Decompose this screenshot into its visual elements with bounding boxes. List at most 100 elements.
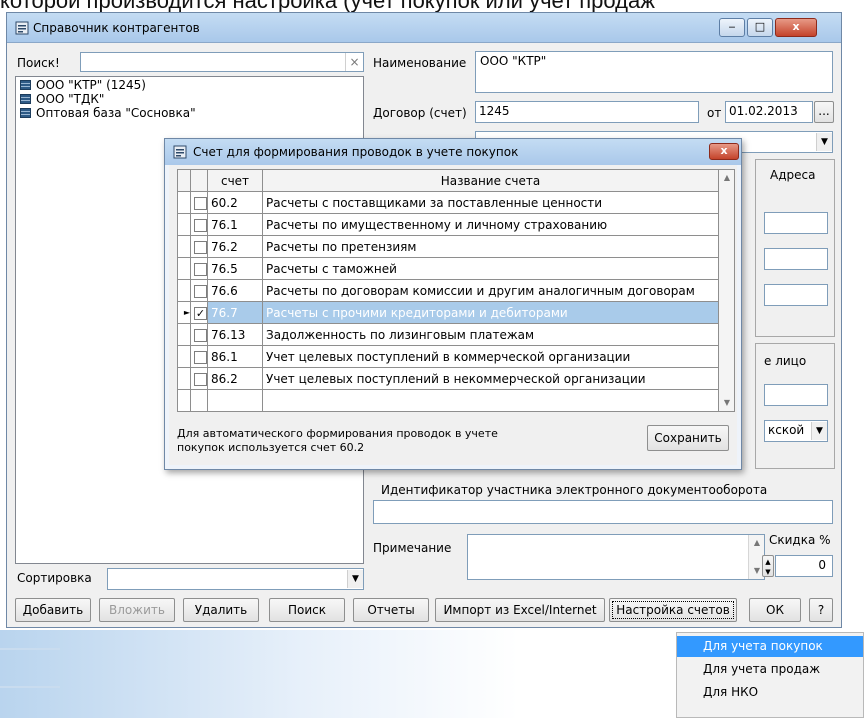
account-name: Учет целевых поступлений в коммерческой …	[262, 345, 719, 368]
row-checkbox[interactable]	[190, 257, 208, 280]
menu-item-sales[interactable]: Для учета продаж	[677, 659, 863, 680]
account-code: 86.1	[207, 345, 263, 368]
list-item[interactable]: ООО "КТР" (1245)	[20, 79, 146, 92]
table-row-selected[interactable]: ► ✓ 76.7 Расчеты с прочими кредиторами и…	[177, 301, 719, 324]
table-row[interactable]: 86.1 Учет целевых поступлений в коммерче…	[177, 345, 719, 368]
accounts-table: счет Название счета 60.2 Расчеты с поста…	[177, 169, 719, 412]
table-row-empty[interactable]	[177, 389, 719, 412]
scroll-down-icon[interactable]: ▼	[719, 395, 735, 411]
discount-field[interactable]: 0	[775, 555, 833, 577]
search-button[interactable]: Поиск	[269, 598, 345, 622]
row-checkbox[interactable]	[190, 323, 208, 346]
table-row[interactable]: 86.2 Учет целевых поступлений в некоммер…	[177, 367, 719, 390]
insert-button[interactable]: Вложить	[99, 598, 175, 622]
dialog-close-button[interactable]: x	[709, 143, 739, 160]
window-title: Справочник контрагентов	[33, 21, 200, 35]
note-label: Примечание	[373, 541, 452, 555]
table-row[interactable]: 60.2 Расчеты с поставщиками за поставлен…	[177, 191, 719, 214]
search-label: Поиск!	[17, 56, 60, 70]
minimize-button[interactable]: ‒	[719, 18, 745, 37]
add-button[interactable]: Добавить	[15, 598, 91, 622]
row-checkbox-checked[interactable]: ✓	[190, 301, 208, 324]
date-picker-button[interactable]: ...	[814, 101, 834, 123]
counterparty-icon	[20, 80, 31, 90]
row-indicator	[177, 345, 191, 368]
account-code: 60.2	[207, 191, 263, 214]
table-row[interactable]: 76.13 Задолженность по лизинговым платеж…	[177, 323, 719, 346]
delete-button[interactable]: Удалить	[183, 598, 259, 622]
note-field[interactable]: ▲ ▼	[467, 534, 765, 580]
discount-spinner[interactable]: ▲ ▼	[762, 555, 774, 577]
address-field-2[interactable]	[764, 248, 828, 270]
edo-id-field[interactable]	[373, 500, 833, 524]
help-button[interactable]: ?	[809, 598, 833, 622]
row-indicator	[177, 323, 191, 346]
dialog-titlebar[interactable]: Счет для формирования проводок в учете п…	[165, 139, 741, 165]
account-code: 76.2	[207, 235, 263, 258]
table-row[interactable]: 76.2 Расчеты по претензиям	[177, 235, 719, 258]
window-titlebar[interactable]: Справочник контрагентов ‒ □ x	[7, 13, 841, 43]
table-row[interactable]: 76.1 Расчеты по имущественному и личному…	[177, 213, 719, 236]
check-icon: ✓	[194, 306, 207, 320]
close-button[interactable]: x	[775, 18, 817, 37]
table-row[interactable]: 76.5 Расчеты с таможней	[177, 257, 719, 280]
scroll-up-icon[interactable]: ▲	[749, 535, 765, 551]
import-button[interactable]: Импорт из Excel/Internet	[435, 598, 605, 622]
ok-button[interactable]: ОК	[749, 598, 801, 622]
dialog-title: Счет для формирования проводок в учете п…	[193, 145, 519, 159]
addresses-tab-panel: Адреса	[755, 159, 835, 337]
account-code: 76.13	[207, 323, 263, 346]
contact-person-panel: е лицо кской ▼	[755, 343, 835, 469]
menu-item-nko[interactable]: Для НКО	[677, 682, 863, 703]
account-name: Расчеты по претензиям	[262, 235, 719, 258]
list-item[interactable]: ООО "ТДК"	[20, 93, 104, 106]
scroll-up-icon[interactable]: ▲	[719, 170, 735, 186]
row-indicator	[177, 235, 191, 258]
account-name-column-header[interactable]: Название счета	[262, 169, 719, 192]
address-field-1[interactable]	[764, 212, 828, 234]
dialog-app-icon	[173, 145, 187, 162]
row-checkbox[interactable]	[190, 191, 208, 214]
date-field[interactable]: 01.02.2013	[725, 101, 813, 123]
row-checkbox[interactable]	[190, 235, 208, 258]
account-name: Задолженность по лизинговым платежам	[262, 323, 719, 346]
table-row[interactable]: 76.6 Расчеты по договорам комиссии и дру…	[177, 279, 719, 302]
row-indicator	[177, 367, 191, 390]
clear-search-icon[interactable]: ×	[345, 53, 363, 71]
addresses-tab[interactable]: Адреса	[770, 168, 815, 182]
table-scrollbar[interactable]: ▲ ▼	[718, 169, 735, 412]
purchase-account-dialog: Счет для формирования проводок в учете п…	[164, 138, 742, 470]
window-app-icon	[15, 21, 29, 38]
date-label: от	[707, 106, 722, 120]
account-code: 76.6	[207, 279, 263, 302]
reports-button[interactable]: Отчеты	[353, 598, 429, 622]
checkbox-header	[190, 169, 208, 192]
maximize-button[interactable]: □	[747, 18, 773, 37]
row-checkbox[interactable]	[190, 279, 208, 302]
address-field-3[interactable]	[764, 284, 828, 306]
org-type-select[interactable]: кской ▼	[764, 420, 828, 442]
info-line-1: Для автоматического формирования проводо…	[177, 427, 498, 440]
sort-select[interactable]: ▼	[107, 568, 364, 590]
contract-field[interactable]: 1245	[475, 101, 699, 123]
menu-item-purchases[interactable]: Для учета покупок	[677, 636, 863, 657]
account-settings-button[interactable]: Настройка счетов	[609, 598, 737, 622]
chevron-down-icon: ▼	[347, 570, 363, 588]
account-name: Расчеты с прочими кредиторами и дебитора…	[262, 301, 719, 324]
row-checkbox[interactable]	[190, 213, 208, 236]
counterparty-icon	[20, 108, 31, 118]
contact-person-label: е лицо	[764, 354, 807, 368]
save-button[interactable]: Сохранить	[647, 425, 729, 451]
contact-field[interactable]	[764, 384, 828, 406]
row-pointer-icon: ►	[177, 301, 191, 324]
list-item[interactable]: Оптовая база "Сосновка"	[20, 107, 196, 120]
account-column-header[interactable]: счет	[207, 169, 263, 192]
account-code: 76.5	[207, 257, 263, 280]
name-field[interactable]: ООО "КТР"	[475, 51, 833, 93]
account-name: Расчеты по договорам комиссии и другим а…	[262, 279, 719, 302]
row-checkbox[interactable]	[190, 367, 208, 390]
table-header-row: счет Название счета	[177, 169, 719, 192]
row-checkbox[interactable]	[190, 345, 208, 368]
search-input[interactable]: ×	[80, 52, 364, 72]
row-indicator	[177, 257, 191, 280]
